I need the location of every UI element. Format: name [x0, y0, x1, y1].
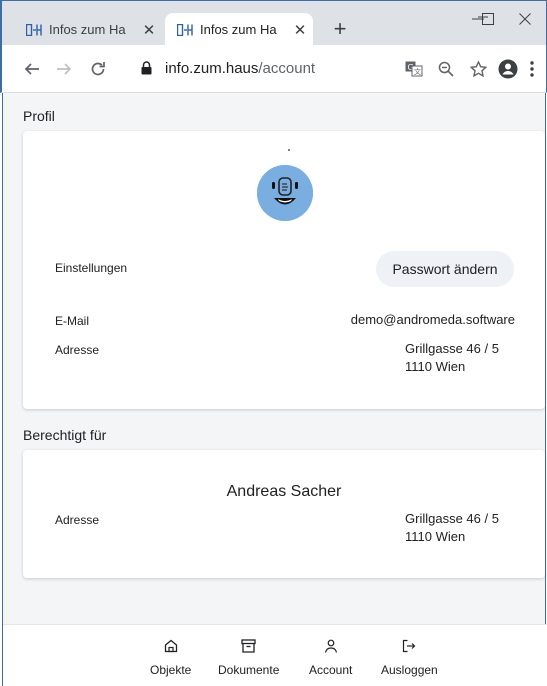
zoom-button[interactable] [434, 57, 458, 81]
nav-item-ausloggen[interactable]: Ausloggen [381, 639, 438, 677]
email-value: demo@andromeda.software [350, 312, 515, 327]
forward-button[interactable] [52, 57, 76, 81]
dot-marker [288, 149, 290, 151]
reload-button[interactable] [86, 57, 110, 81]
nav-label: Objekte [150, 663, 192, 677]
person-name: Andreas Sacher [226, 483, 342, 500]
tab-title: Infos zum Ha [200, 22, 277, 37]
url-path: /account [258, 60, 316, 77]
archive-icon [241, 639, 256, 653]
reload-icon [91, 62, 105, 76]
browser-toolbar: info.zum.haus/account G文 [0, 45, 547, 93]
nav-label: Dokumente [218, 663, 280, 677]
tab-title: Infos zum Ha [49, 22, 126, 37]
nav-item-account[interactable]: Account [309, 639, 352, 677]
bookmark-button[interactable] [466, 57, 490, 81]
url-text: info.zum.haus/account [165, 60, 315, 77]
address-bar[interactable]: info.zum.haus/account [125, 53, 525, 85]
authorized-card: Andreas Sacher Adresse Grillgasse 46 / 5… [23, 450, 545, 578]
nav-item-dokumente[interactable]: Dokumente [218, 639, 279, 677]
avatar-face-icon [257, 165, 313, 221]
more-vert-icon [530, 61, 534, 77]
bottom-navigation: Objekte Dokumente Account Ausloggen [3, 624, 547, 686]
tab-close-icon[interactable]: ✕ [141, 21, 157, 39]
back-button[interactable] [20, 57, 44, 81]
account-circle-icon [498, 59, 518, 79]
profile-section-title: Profil [23, 108, 55, 124]
page-content: Profil Einstellungen Passwort ändern E-M… [2, 93, 547, 686]
nav-item-objekte[interactable]: Objekte [150, 639, 191, 677]
profile-button[interactable] [496, 57, 520, 81]
maximize-icon [482, 13, 494, 25]
new-tab-button[interactable]: + [328, 18, 352, 42]
logout-icon [403, 639, 416, 653]
address-label: Adresse [55, 343, 100, 357]
authorized-address-line-1: Grillgasse 46 / 5 [405, 511, 499, 526]
home-icon [164, 639, 177, 653]
authorized-address-label: Adresse [55, 513, 100, 527]
arrow-right-icon [57, 63, 72, 75]
profile-card: Einstellungen Passwort ändern E-Mail dem… [23, 131, 545, 409]
translate-icon: G文 [405, 61, 423, 77]
authorized-address-line-2: 1110 Wien [405, 529, 466, 544]
close-window-button[interactable] [503, 6, 547, 32]
site-favicon-icon [26, 23, 42, 36]
change-password-button[interactable]: Passwort ändern [376, 251, 514, 287]
browser-tab-1[interactable]: Infos zum Ha ✕ [14, 13, 164, 46]
address-line-2: 1110 Wien [405, 359, 466, 374]
settings-label: Einstellungen [55, 261, 128, 275]
person-icon [324, 639, 337, 653]
nav-label: Account [309, 663, 353, 677]
menu-button[interactable] [524, 57, 540, 81]
browser-tab-2[interactable]: Infos zum Ha ✕ [165, 13, 313, 46]
star-icon [469, 61, 487, 77]
svg-text:文: 文 [414, 67, 421, 76]
tab-close-icon[interactable]: ✕ [292, 21, 308, 39]
zoom-out-icon [438, 61, 454, 77]
site-favicon-icon [177, 23, 193, 36]
translate-button[interactable]: G文 [402, 57, 426, 81]
avatar[interactable] [257, 165, 313, 221]
nav-label: Ausloggen [381, 663, 438, 677]
lock-icon[interactable] [141, 61, 152, 80]
close-icon [519, 13, 531, 25]
address-line-1: Grillgasse 46 / 5 [405, 341, 499, 356]
url-host: info.zum.haus [165, 60, 259, 77]
email-label: E-Mail [55, 314, 90, 328]
authorized-section-title: Berechtigt für [23, 427, 107, 443]
arrow-left-icon [24, 63, 39, 75]
